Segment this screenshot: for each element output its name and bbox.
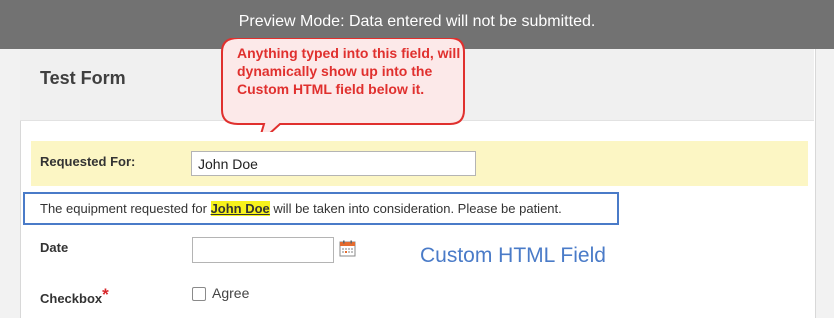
callout-text: Anything typed into this field, will dyn… (237, 45, 461, 97)
page-gutter-right (814, 49, 834, 318)
dynamic-name-value: John Doe (210, 201, 270, 216)
requested-for-label: Requested For: (40, 154, 136, 169)
custom-html-field: The equipment requested for John Doe wil… (40, 201, 562, 216)
requested-for-input[interactable] (191, 151, 476, 176)
custom-html-text-before: The equipment requested for (40, 201, 211, 216)
date-label: Date (40, 240, 69, 255)
custom-html-annotation-label: Custom HTML Field (420, 244, 606, 267)
required-asterisk: * (102, 285, 109, 304)
date-input[interactable] (192, 237, 334, 263)
calendar-icon[interactable] (339, 240, 356, 257)
custom-html-text-after: will be taken into consideration. Please… (269, 201, 562, 216)
form-title: Test Form (40, 68, 126, 88)
checkbox-label-text: Checkbox (40, 291, 103, 306)
preview-mode-text: Preview Mode: Data entered will not be s… (238, 13, 596, 30)
agree-checkbox[interactable] (192, 287, 206, 301)
checkbox-field-label: Checkbox* (40, 285, 109, 308)
page-gutter-left (0, 49, 20, 318)
agree-checkbox-label[interactable]: Agree (212, 285, 249, 301)
